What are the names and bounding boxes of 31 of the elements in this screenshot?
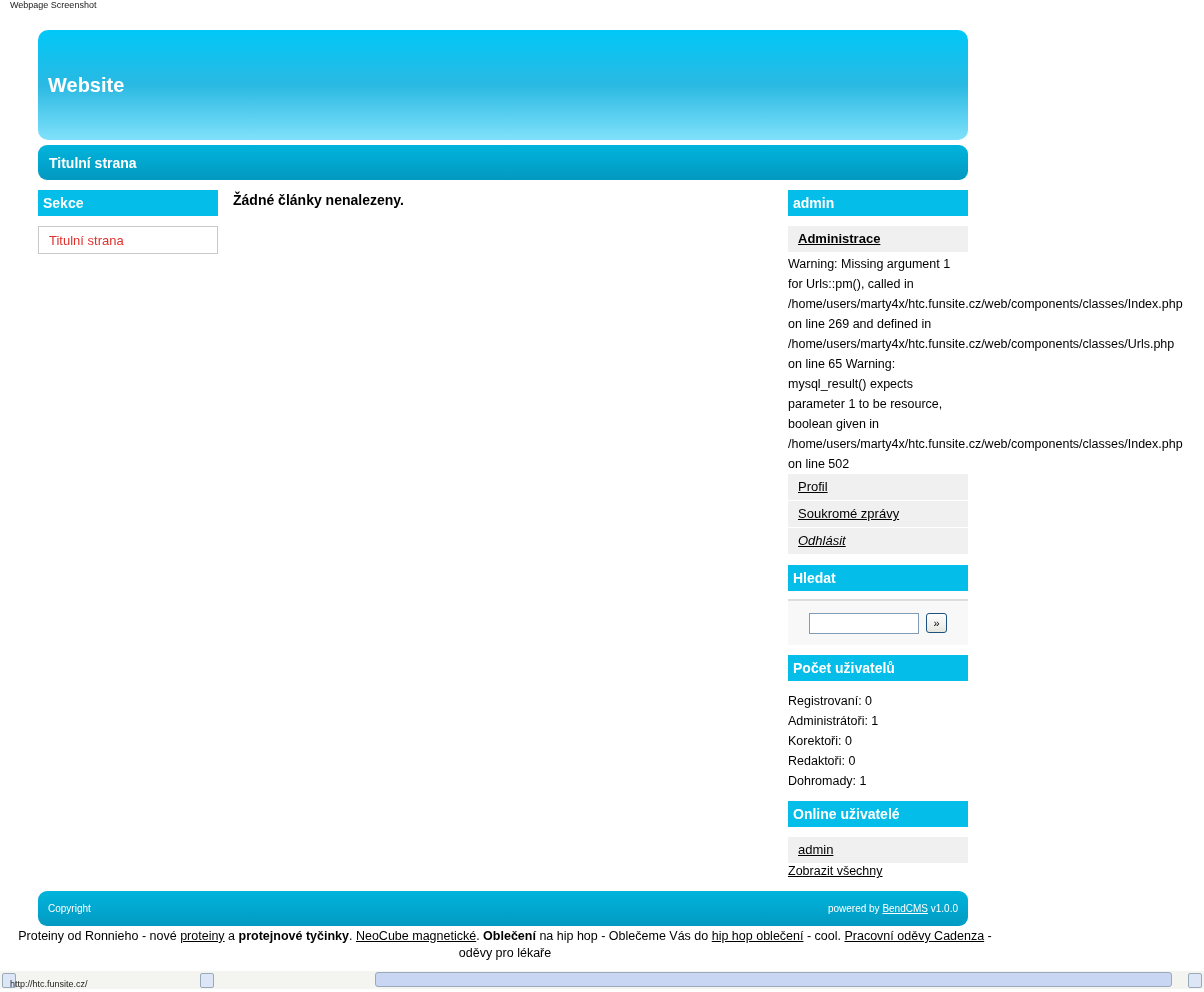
user-count: Administrátoři: 1 <box>788 713 880 730</box>
ad-text: Proteiny od Ronnieho - nové proteiny a protejnové tyčinky. NeoCube magnetické. Oblečení na hip hop - Oblečeme Vás do hip hop oblečení - cool. Pracovní oděvy Cadenza - oděvy pro lékaře <box>17 928 993 962</box>
copyright-text: Copyright <box>48 903 91 914</box>
ad-link[interactable]: Pracovní oděvy Cadenza <box>844 929 985 943</box>
user-menu-link[interactable]: Profil <box>788 474 968 501</box>
panel-heading: Počet uživatelů <box>788 655 968 681</box>
site-title: Website <box>48 73 125 97</box>
user-count: Dohromady: 1 <box>788 773 868 790</box>
scroll-thumb[interactable] <box>375 972 1172 987</box>
user-count: Redaktoři: 0 <box>788 753 857 770</box>
panel-heading: Online uživatelé <box>788 801 968 827</box>
user-count: Registrovaní: 0 <box>788 693 874 710</box>
search-field[interactable] <box>809 612 919 634</box>
show-all-link[interactable]: Zobrazit všechny <box>788 864 883 878</box>
powered-by-text: powered by BendCMS v1.0.0 <box>827 903 958 914</box>
user-menu-link[interactable]: Soukromé zprávy <box>788 501 968 528</box>
ad-link[interactable]: proteiny <box>180 929 225 943</box>
search-button[interactable]: » <box>926 613 947 633</box>
panel-heading: Sekce <box>38 190 218 216</box>
user-menu-link[interactable]: Odhlásit <box>788 528 968 555</box>
status-url: http://htc.funsite.cz/ <box>10 979 88 989</box>
panel-heading: admin <box>788 190 968 216</box>
page-caption: Webpage Screenshot <box>9 0 98 12</box>
user-count: Korektoři: 0 <box>788 733 853 750</box>
ad-link[interactable]: hip hop oblečení <box>711 929 804 943</box>
no-articles-message: Žádné články nenalezeny. <box>233 192 405 208</box>
warning-text: Warning: Missing argument 1 for Urls::pm(), called in /home/users/marty4x/htc.funsite.cz/web/components/classes/Index.php on line 269 and defined in /home/users/marty4x/htc.funsite.cz/web/components/classes/Urls.php on line 65 Warning: mysql_result() expects parameter 1 to be resource, boolean given in /home/users/marty4x/htc.funsite.cz/web/components/classes/Index.php on line 502 <box>788 256 1183 473</box>
section-link[interactable]: Titulní strana <box>38 226 218 254</box>
panel-heading: Hledat <box>788 565 968 591</box>
admin-link[interactable]: Administrace <box>788 226 968 252</box>
online-user-link[interactable]: admin <box>788 837 968 863</box>
